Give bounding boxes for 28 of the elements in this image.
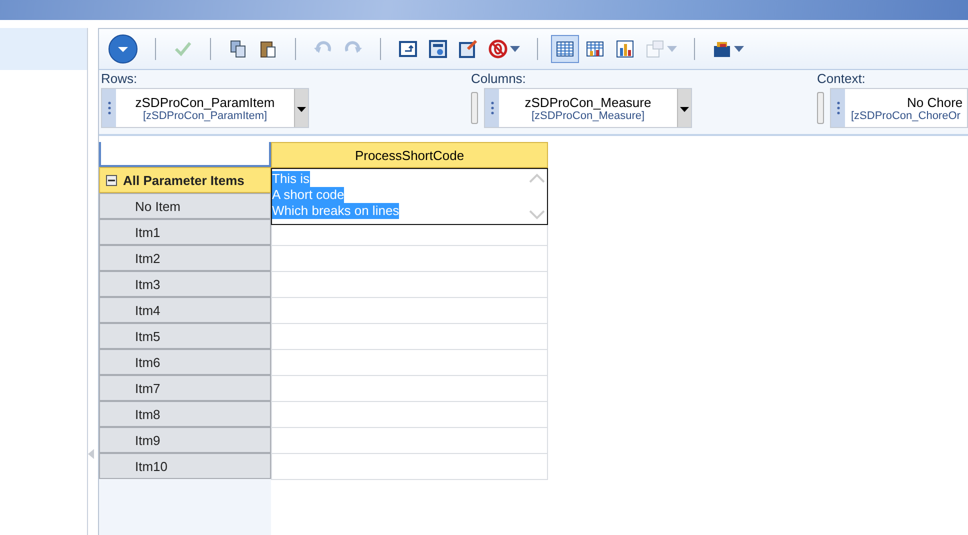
row-header[interactable]: Itm5: [99, 323, 271, 349]
dimension-label: Columns:: [471, 70, 527, 88]
dimension-label: Rows:: [101, 70, 138, 88]
row-header[interactable]: Itm2: [99, 245, 271, 271]
row-header[interactable]: Itm3: [99, 271, 271, 297]
dimension-name: No Chore: [906, 94, 963, 110]
row-header[interactable]: No Item: [99, 193, 271, 219]
row-header[interactable]: Itm8: [99, 401, 271, 427]
row-header[interactable]: Itm4: [99, 297, 271, 323]
dimension-selector[interactable]: No Chore [zSDProCon_ChoreOr: [830, 88, 968, 128]
column-header[interactable]: ProcessShortCode: [271, 142, 548, 168]
cell-text: This is: [272, 171, 310, 187]
cell-text: A short code: [272, 187, 344, 203]
dimension-selector[interactable]: zSDProCon_Measure [zSDProCon_Measure]: [484, 88, 692, 128]
subset-name: [zSDProCon_ParamItem]: [142, 110, 268, 122]
dimension-label: Context:: [817, 70, 866, 88]
dimension-name: zSDProCon_ParamItem: [135, 94, 275, 110]
dimension-selector[interactable]: zSDProCon_ParamItem [zSDProCon_ParamItem]: [101, 88, 309, 128]
subset-name: [zSDProCon_Measure]: [531, 110, 645, 122]
cell-text: Which breaks on lines: [272, 203, 400, 219]
row-header[interactable]: Itm6: [99, 349, 271, 375]
subset-name: [zSDProCon_ChoreOr: [851, 110, 960, 122]
dimension-name: zSDProCon_Measure: [524, 94, 652, 110]
row-header[interactable]: Itm1: [99, 219, 271, 245]
row-header[interactable]: Itm7: [99, 375, 271, 401]
row-header[interactable]: Itm9: [99, 427, 271, 453]
row-header[interactable]: Itm10: [99, 453, 271, 479]
row-header[interactable]: All Parameter Items: [99, 167, 271, 193]
